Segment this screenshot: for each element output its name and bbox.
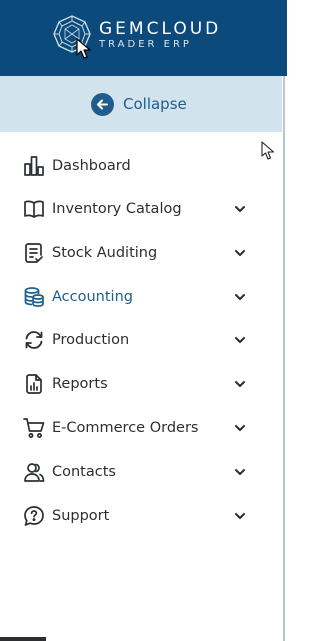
sidebar-item-label: Production — [52, 332, 130, 348]
chevron-down-icon — [235, 337, 245, 343]
book-open-icon — [23, 198, 45, 220]
sidebar-item-support[interactable]: Support — [0, 495, 282, 537]
brand-title: GEMCLOUD — [99, 19, 222, 39]
sidebar-item-label: Support — [52, 508, 110, 524]
collapse-label: Collapse — [123, 95, 187, 113]
chevron-down-icon — [235, 469, 245, 475]
refresh-icon — [23, 329, 45, 351]
sidebar-item-accounting[interactable]: Accounting — [0, 276, 282, 318]
sidebar-item-e-commerce-orders[interactable]: E-Commerce Orders — [0, 407, 282, 449]
divider — [0, 637, 46, 641]
sidebar-item-inventory-catalog[interactable]: Inventory Catalog — [0, 188, 282, 230]
sidebar-item-contacts[interactable]: Contacts — [0, 451, 282, 493]
sidebar-item-label: Inventory Catalog — [52, 201, 182, 217]
chevron-down-icon — [235, 425, 245, 431]
sidebar-item-label: Contacts — [52, 464, 116, 480]
shopping-cart-icon — [23, 417, 45, 439]
sidebar-item-production[interactable]: Production — [0, 319, 282, 361]
sidebar-item-label: E-Commerce Orders — [52, 420, 199, 436]
sidebar-item-label: Stock Auditing — [52, 245, 158, 261]
help-chat-icon — [23, 505, 45, 527]
clipboard-check-icon — [23, 242, 45, 264]
sidebar-item-stock-auditing[interactable]: Stock Auditing — [0, 232, 282, 274]
chevron-down-icon — [235, 513, 245, 519]
sidebar-item-label: Reports — [52, 376, 108, 392]
report-chart-icon — [23, 373, 45, 395]
bar-chart-icon — [23, 155, 45, 177]
coins-stack-icon — [23, 286, 45, 308]
sidebar-scrollbar[interactable] — [282, 76, 287, 641]
sidebar-item-dashboard[interactable]: Dashboard — [0, 145, 282, 187]
mouse-pointer-icon — [76, 38, 91, 59]
sidebar-item-label: Accounting — [52, 289, 133, 305]
sidebar-item-label: Dashboard — [52, 158, 131, 174]
chevron-down-icon — [235, 381, 245, 387]
chevron-down-icon — [235, 250, 245, 256]
collapse-button[interactable]: Collapse — [91, 92, 187, 116]
chevron-down-icon — [235, 294, 245, 300]
chevron-down-icon — [235, 206, 245, 212]
users-icon — [23, 461, 45, 483]
sidebar-item-reports[interactable]: Reports — [0, 363, 282, 405]
arrow-left-circle-icon — [91, 92, 114, 116]
brand-subtitle: TRADER ERP — [99, 39, 192, 50]
